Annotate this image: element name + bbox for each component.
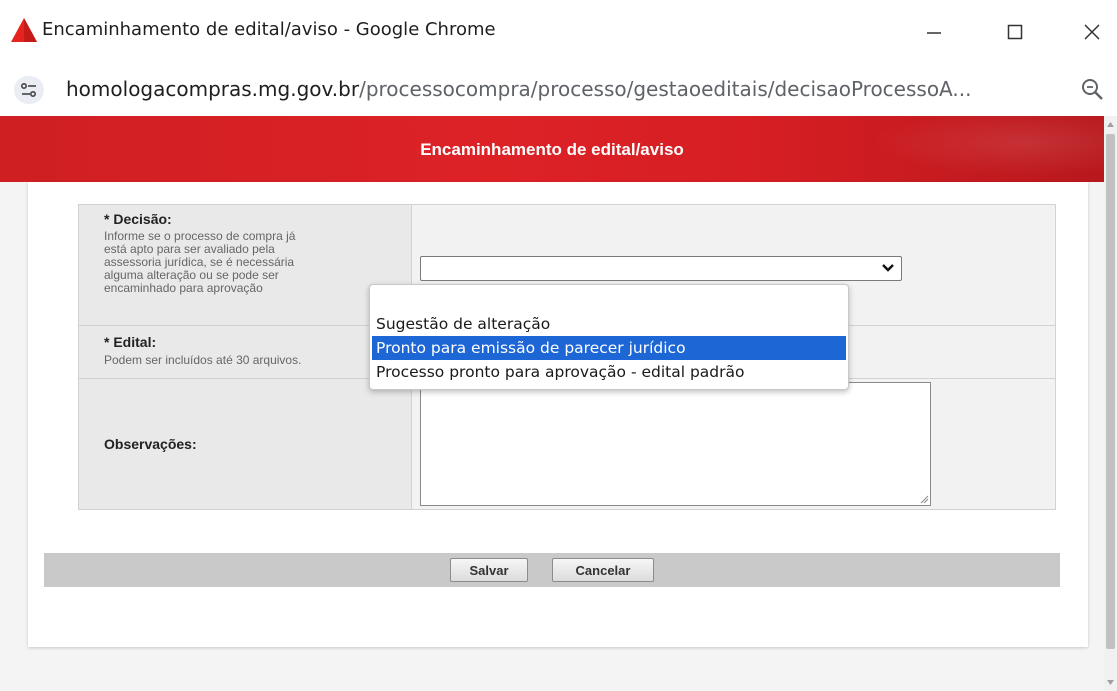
dropdown-option-parecer[interactable]: Pronto para emissão de parecer jurídico [372,336,846,360]
observacoes-row: Observações: [79,379,1055,509]
decisao-label-cell: * Decisão: Informe se o processo de comp… [79,205,412,325]
address-bar: homologacompras.mg.gov.br/processocompra… [0,64,1117,116]
tune-icon [20,82,37,98]
observacoes-textarea[interactable] [420,382,931,506]
title-bar: Encaminhamento de edital/aviso - Google … [0,0,1117,64]
url-host: homologacompras.mg.gov.br [66,77,360,101]
scroll-down-icon[interactable] [1106,678,1115,687]
page-scrollbar[interactable] [1104,116,1117,691]
minimize-icon [927,32,941,34]
window-title: Encaminhamento de edital/aviso - Google … [42,19,496,40]
url-path: /processocompra/processo/gestaoeditais/d… [359,77,972,101]
modal-header: Encaminhamento de edital/aviso [0,116,1104,182]
maximize-icon [1007,24,1023,40]
modal-title: Encaminhamento de edital/aviso [420,140,684,159]
dropdown-option-aprovacao[interactable]: Processo pronto para aprovação - edital … [372,360,846,384]
dropdown-option-empty[interactable] [372,287,846,311]
scrollbar-thumb[interactable] [1106,134,1115,649]
site-info-button[interactable] [14,76,44,104]
decisao-select[interactable] [420,256,902,281]
observacoes-label: Observações: [104,436,197,452]
app-logo-icon [11,18,37,42]
edital-label-cell: * Edital: Podem ser incluídos até 30 arq… [79,326,412,378]
maximize-button[interactable] [985,10,1045,54]
observacoes-label-cell: Observações: [79,379,412,509]
chevron-down-icon [882,264,894,272]
url-field[interactable]: homologacompras.mg.gov.br/processocompra… [66,77,1066,101]
minimize-button[interactable] [904,10,964,54]
modal-body: * Decisão: Informe se o processo de comp… [28,182,1088,647]
edital-hint: Podem ser incluídos até 30 arquivos. [104,353,302,367]
decisao-hint-line: encaminhado para aprovação [104,281,263,295]
edital-label: * Edital: [104,334,157,350]
button-bar: Salvar Cancelar [44,553,1060,587]
decisao-hint: Informe se o processo de compra já está … [104,230,394,295]
dropdown-option-sugestao[interactable]: Sugestão de alteração [372,312,846,336]
page-viewport: Encaminhamento de edital/aviso * Decisão… [0,116,1104,691]
close-button[interactable] [1062,10,1117,54]
resize-grip-icon[interactable] [919,494,929,504]
zoom-icon[interactable] [1079,76,1107,104]
save-button[interactable]: Salvar [450,558,528,582]
decisao-dropdown-list: Sugestão de alteração Pronto para emissã… [369,284,849,390]
cancel-button[interactable]: Cancelar [552,558,654,582]
observacoes-value-cell [412,379,1055,509]
scroll-up-icon[interactable] [1106,120,1115,129]
decisao-label: * Decisão: [104,211,172,227]
close-icon [1084,24,1100,40]
browser-window: Encaminhamento de edital/aviso - Google … [0,0,1117,691]
